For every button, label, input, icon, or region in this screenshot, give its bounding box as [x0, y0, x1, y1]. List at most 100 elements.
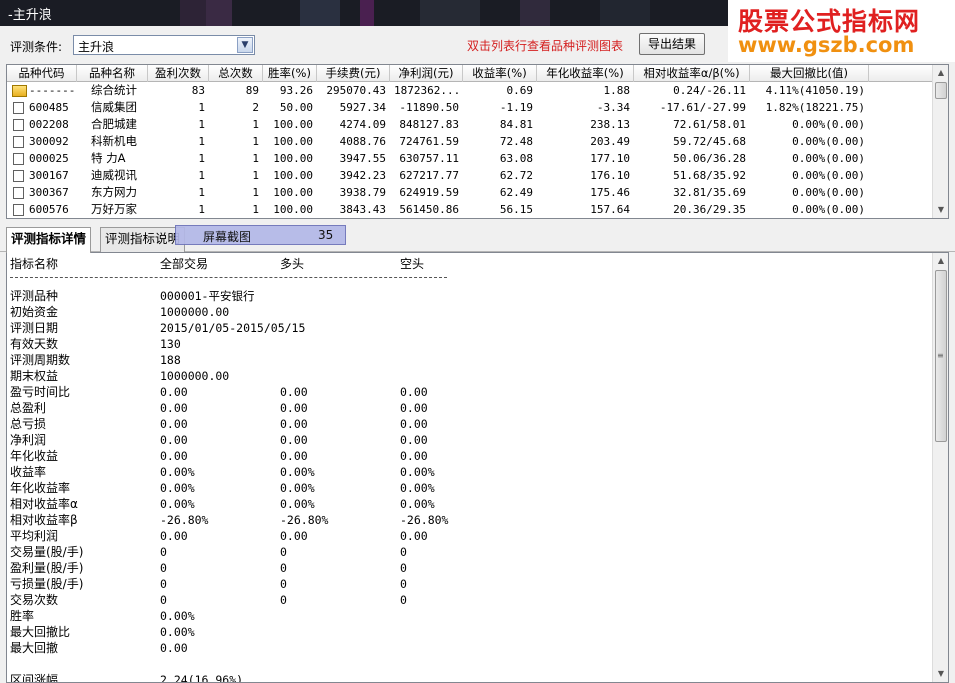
- metric-name: 有效天数: [10, 337, 59, 351]
- table-cell: -------: [29, 84, 76, 97]
- scroll-thumb[interactable]: [935, 82, 947, 99]
- detail-header-short: 空头: [400, 257, 425, 271]
- table-cell: 238.13: [590, 118, 630, 131]
- metric-value: 0.00%: [160, 497, 195, 511]
- detail-header-name: 指标名称: [10, 257, 59, 271]
- metric-name: 相对收益率β: [10, 513, 78, 527]
- metric-name: 总亏损: [10, 417, 47, 431]
- column-header[interactable]: 净利润(元): [390, 65, 463, 82]
- column-header[interactable]: 最大回撤比(值): [750, 65, 869, 82]
- table-cell: 5927.34: [339, 101, 386, 114]
- table-cell: 1: [252, 169, 259, 182]
- table-row[interactable]: 300092 科新机电 1 1 100.00 4088.76 724761.59 72.48 2…: [7, 133, 933, 150]
- column-header[interactable]: 总次数: [209, 65, 263, 82]
- overlay-number: 35: [318, 228, 334, 242]
- metric-value: 1000000.00: [160, 305, 230, 319]
- table-row[interactable]: 000025 特 力A 1 1 100.00 3947.55 630757.11 63.08 1…: [7, 150, 933, 167]
- table-cell: 4088.76: [339, 135, 386, 148]
- scroll-up-icon[interactable]: ▲: [933, 65, 948, 81]
- column-header[interactable]: 品种代码: [7, 65, 77, 82]
- tab-metric-description[interactable]: 评测指标说明: [100, 227, 186, 252]
- table-row[interactable]: 300367 东方网力 1 1 100.00 3938.79 624919.59 62.49 1…: [7, 184, 933, 201]
- table-cell: 1: [252, 203, 259, 216]
- table-cell: 630757.11: [399, 152, 459, 165]
- metric-value: 0.00: [280, 401, 308, 415]
- table-cell: 724761.59: [399, 135, 459, 148]
- summary-row[interactable]: ------- 综合统计 83 89 93.26 295070.43 1872362... 0…: [7, 82, 933, 99]
- column-header[interactable]: 手续费(元): [317, 65, 390, 82]
- metric-value: 2.24(16.96%): [160, 673, 244, 683]
- metric-value: 0.00: [160, 641, 188, 655]
- column-header[interactable]: 品种名称: [77, 65, 148, 82]
- table-cell: 84.81: [499, 118, 533, 131]
- metric-name: 交易量(股/手): [10, 545, 84, 559]
- metric-value: 0.00: [160, 385, 188, 399]
- results-table-scrollbar[interactable]: ▲ ▼: [932, 65, 948, 218]
- column-header[interactable]: 胜率(%): [263, 65, 317, 82]
- table-cell: 0.24/-26.11: [673, 84, 746, 97]
- metric-value: 0.00: [160, 529, 188, 543]
- scroll-down-icon[interactable]: ▼: [933, 666, 948, 682]
- table-cell: 1: [198, 152, 205, 165]
- table-cell: 0.00%(0.00): [792, 186, 865, 199]
- scroll-up-icon[interactable]: ▲: [933, 253, 948, 269]
- metric-name: 盈利量(股/手): [10, 561, 84, 575]
- table-cell: 科新机电: [91, 134, 137, 148]
- column-header[interactable]: 收益率(%): [463, 65, 537, 82]
- metric-value: 0.00: [160, 401, 188, 415]
- tab-metric-details[interactable]: 评测指标详情: [6, 227, 92, 253]
- metric-value: 0.00: [280, 449, 308, 463]
- table-row[interactable]: 600576 万好万家 1 1 100.00 3843.43 561450.86 56.15 1…: [7, 201, 933, 218]
- table-cell: 100.00: [273, 203, 313, 216]
- metric-name: 净利润: [10, 433, 47, 447]
- table-cell: 72.61/58.01: [673, 118, 746, 131]
- table-cell: 157.64: [590, 203, 630, 216]
- table-cell: 0.00%(0.00): [792, 152, 865, 165]
- detail-scrollbar[interactable]: ▲ ≡ ▼: [932, 253, 948, 682]
- metric-name: 初始资金: [10, 305, 59, 319]
- metric-value: 0.00: [160, 449, 188, 463]
- metric-name: 期末权益: [10, 369, 59, 383]
- table-cell: 1.88: [603, 84, 631, 97]
- table-row[interactable]: 002208 合肥城建 1 1 100.00 4274.09 848127.83 84.81 2…: [7, 116, 933, 133]
- table-cell: 848127.83: [399, 118, 459, 131]
- column-header[interactable]: 年化收益率(%): [537, 65, 634, 82]
- metric-name: 评测品种: [10, 289, 59, 303]
- table-row[interactable]: 600485 信威集团 1 2 50.00 5927.34 -11890.50 -1.19 -3…: [7, 99, 933, 116]
- table-cell: 0.00%(0.00): [792, 203, 865, 216]
- document-icon: [13, 170, 24, 182]
- column-header[interactable]: 盈利次数: [148, 65, 209, 82]
- condition-select[interactable]: 主升浪 ▼: [73, 35, 255, 55]
- condition-label: 评测条件:: [10, 40, 63, 54]
- table-cell: 62.49: [499, 186, 533, 199]
- document-icon: [13, 136, 24, 148]
- table-cell: 1: [198, 169, 205, 182]
- table-cell: 177.10: [590, 152, 630, 165]
- window-title: -主升浪: [8, 8, 52, 23]
- table-cell: 89: [245, 84, 259, 97]
- table-cell: 600485: [29, 101, 69, 114]
- table-cell: 59.72/45.68: [673, 135, 746, 148]
- chevron-down-icon[interactable]: ▼: [237, 37, 253, 53]
- table-cell: 1: [198, 203, 205, 216]
- table-cell: 0.69: [506, 84, 534, 97]
- column-header[interactable]: 相对收益率α/β(%): [634, 65, 750, 82]
- metric-name: 最大回撤比: [10, 625, 71, 639]
- condition-select-value: 主升浪: [78, 40, 115, 54]
- export-results-button[interactable]: 导出结果: [639, 33, 705, 55]
- metric-value: 2015/01/05-2015/05/15: [160, 321, 306, 335]
- scroll-down-icon[interactable]: ▼: [933, 202, 948, 218]
- metric-value: 0.00%: [280, 465, 315, 479]
- table-row[interactable]: 300167 迪威视讯 1 1 100.00 3942.23 627217.77 62.72 1…: [7, 167, 933, 184]
- document-icon: [13, 204, 24, 216]
- table-cell: 62.72: [499, 169, 533, 182]
- table-cell: 迪威视讯: [91, 168, 137, 182]
- table-cell: 0.00%(0.00): [792, 118, 865, 131]
- detail-tabs: 评测指标详情 评测指标说明: [0, 222, 955, 253]
- watermark-url: www.gszb.com: [738, 33, 915, 57]
- table-cell: 32.81/35.69: [673, 186, 746, 199]
- metric-value: 0.00%: [280, 497, 315, 511]
- table-cell: 300167: [29, 169, 69, 182]
- metric-value: 0.00%: [160, 481, 195, 495]
- table-cell: 300367: [29, 186, 69, 199]
